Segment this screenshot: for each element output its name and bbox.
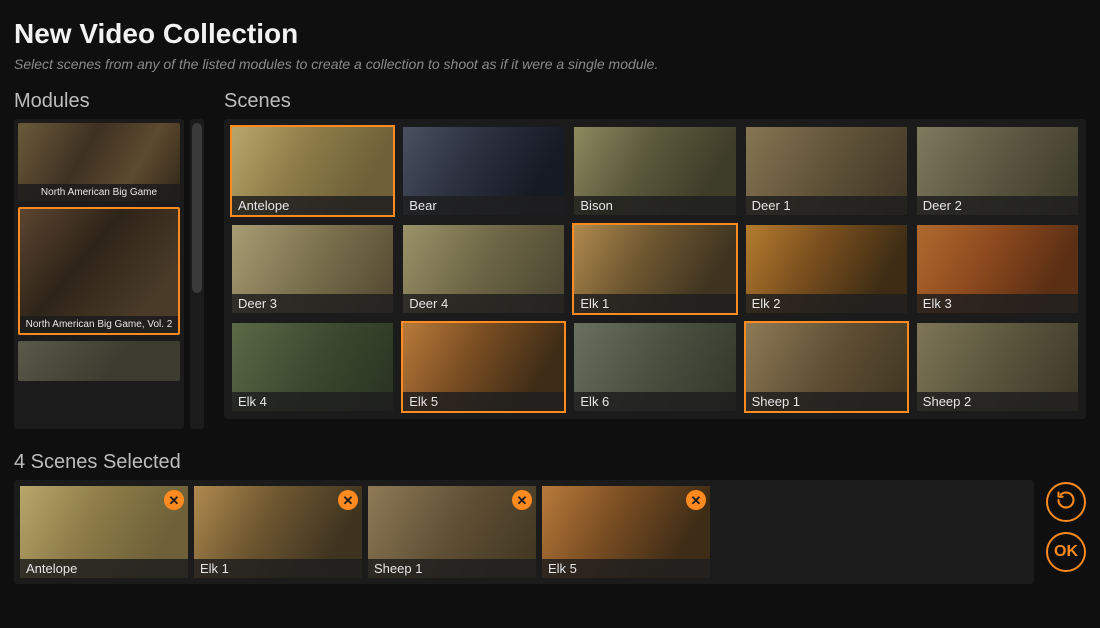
scene-caption: Deer 3 bbox=[232, 294, 393, 313]
ok-button[interactable]: OK bbox=[1046, 532, 1086, 572]
selected-caption: Elk 1 bbox=[194, 559, 362, 578]
scenes-panel: Antelope Bear Bison Deer 1 Deer 2 Deer 3 Deer … bbox=[224, 119, 1086, 419]
selected-card[interactable]: Elk 5 ✕ bbox=[542, 486, 710, 578]
ok-button-label: OK bbox=[1054, 543, 1078, 561]
scene-caption: Antelope bbox=[232, 196, 393, 215]
scene-card[interactable]: Antelope bbox=[230, 125, 395, 217]
scene-caption: Sheep 1 bbox=[746, 392, 907, 411]
module-card[interactable]: North American Big Game, Vol. 2 bbox=[18, 207, 180, 335]
remove-selected-button[interactable]: ✕ bbox=[686, 490, 706, 510]
page-title: New Video Collection bbox=[14, 18, 1086, 50]
selected-count-label: 4 Scenes Selected bbox=[14, 451, 1086, 474]
undo-icon bbox=[1056, 490, 1076, 515]
module-thumbnail bbox=[20, 209, 178, 333]
scene-caption: Elk 4 bbox=[232, 392, 393, 411]
scene-card[interactable]: Elk 2 bbox=[744, 223, 909, 315]
selected-card[interactable]: Sheep 1 ✕ bbox=[368, 486, 536, 578]
scene-card[interactable]: Deer 2 bbox=[915, 125, 1080, 217]
scene-card[interactable]: Elk 3 bbox=[915, 223, 1080, 315]
close-icon: ✕ bbox=[517, 494, 528, 507]
scene-caption: Elk 5 bbox=[403, 392, 564, 411]
close-icon: ✕ bbox=[691, 494, 702, 507]
module-thumbnail bbox=[18, 341, 180, 381]
scene-caption: Elk 6 bbox=[574, 392, 735, 411]
scene-caption: Deer 4 bbox=[403, 294, 564, 313]
scene-card[interactable]: Elk 5 bbox=[401, 321, 566, 413]
selected-caption: Antelope bbox=[20, 559, 188, 578]
close-icon: ✕ bbox=[343, 494, 354, 507]
modules-scrollbar-thumb[interactable] bbox=[192, 123, 202, 293]
page-subtitle: Select scenes from any of the listed mod… bbox=[14, 56, 1086, 72]
remove-selected-button[interactable]: ✕ bbox=[512, 490, 532, 510]
scene-caption: Bear bbox=[403, 196, 564, 215]
scene-card[interactable]: Elk 4 bbox=[230, 321, 395, 413]
modules-heading: Modules bbox=[14, 90, 214, 113]
undo-button[interactable] bbox=[1046, 482, 1086, 522]
module-caption: North American Big Game bbox=[18, 184, 180, 201]
remove-selected-button[interactable]: ✕ bbox=[338, 490, 358, 510]
close-icon: ✕ bbox=[169, 494, 180, 507]
scene-card[interactable]: Deer 4 bbox=[401, 223, 566, 315]
modules-list: North American Big Game North American Bi… bbox=[14, 119, 184, 429]
scene-caption: Deer 1 bbox=[746, 196, 907, 215]
scene-caption: Elk 2 bbox=[746, 294, 907, 313]
scene-card[interactable]: Sheep 2 bbox=[915, 321, 1080, 413]
scene-card[interactable]: Elk 6 bbox=[572, 321, 737, 413]
scene-caption: Deer 2 bbox=[917, 196, 1078, 215]
selected-strip: Antelope ✕ Elk 1 ✕ Sheep 1 ✕ Elk 5 ✕ bbox=[14, 480, 1034, 584]
scene-card[interactable]: Deer 1 bbox=[744, 125, 909, 217]
scene-card[interactable]: Deer 3 bbox=[230, 223, 395, 315]
scene-caption: Elk 1 bbox=[574, 294, 735, 313]
selected-card[interactable]: Antelope ✕ bbox=[20, 486, 188, 578]
remove-selected-button[interactable]: ✕ bbox=[164, 490, 184, 510]
module-card[interactable] bbox=[18, 341, 180, 381]
modules-scrollbar-track[interactable] bbox=[190, 119, 204, 429]
scene-caption: Elk 3 bbox=[917, 294, 1078, 313]
scene-card[interactable]: Elk 1 bbox=[572, 223, 737, 315]
module-caption: North American Big Game, Vol. 2 bbox=[20, 316, 178, 333]
module-card[interactable]: North American Big Game bbox=[18, 123, 180, 201]
scene-card[interactable]: Bison bbox=[572, 125, 737, 217]
scene-card[interactable]: Bear bbox=[401, 125, 566, 217]
scene-caption: Bison bbox=[574, 196, 735, 215]
scene-card[interactable]: Sheep 1 bbox=[744, 321, 909, 413]
selected-card[interactable]: Elk 1 ✕ bbox=[194, 486, 362, 578]
scenes-heading: Scenes bbox=[224, 90, 1086, 113]
scene-caption: Sheep 2 bbox=[917, 392, 1078, 411]
selected-caption: Elk 5 bbox=[542, 559, 710, 578]
selected-caption: Sheep 1 bbox=[368, 559, 536, 578]
